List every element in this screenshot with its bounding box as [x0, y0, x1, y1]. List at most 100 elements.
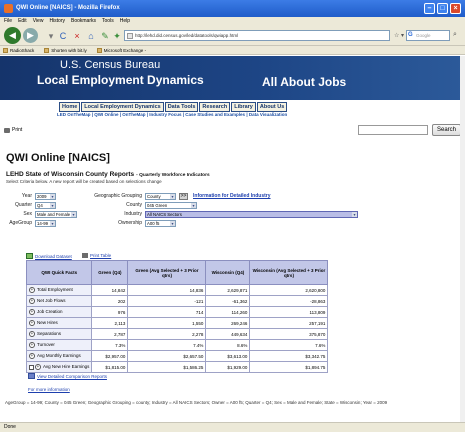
geo-grouping-select[interactable]: County ▾ — [145, 193, 176, 200]
expand-icon[interactable]: + — [29, 342, 35, 348]
header-green-avg: Green (Avg Selected + 3 Prior qtrs) — [127, 260, 207, 285]
row-label-cell[interactable]: + Turnover — [25, 339, 93, 351]
ownership-label: Ownership — [118, 220, 142, 226]
page-content: U.S. Census Bureau Local Employment Dyna… — [0, 56, 465, 422]
address-dropdown-icon[interactable]: ☆ ▾ — [394, 32, 404, 39]
industry-select[interactable]: All NAICS Sectors ▾ — [145, 211, 358, 218]
back-button[interactable]: ◀ — [4, 27, 21, 44]
minimize-button[interactable]: – — [424, 3, 435, 14]
expand-icon[interactable]: + — [29, 353, 35, 359]
maximize-button[interactable]: □ — [437, 3, 448, 14]
table-row: + Total Employment 14,842 14,836 2,629,871 2,… — [25, 284, 329, 296]
table-cell: 7.3% — [91, 339, 129, 351]
more-info-link[interactable]: For more information — [28, 387, 70, 392]
expand-icon[interactable]: + — [29, 287, 35, 293]
sex-select[interactable]: Male and Female ▾ — [35, 211, 77, 218]
reload-icon[interactable]: C — [58, 31, 68, 41]
row-label: Avg New Hire Earnings — [43, 364, 90, 370]
county-select[interactable]: 045 Green ▾ — [145, 202, 197, 209]
go-button[interactable]: >> — [179, 193, 188, 200]
tab-library[interactable]: Library — [231, 102, 256, 112]
table-cell: 113,809 — [249, 306, 329, 318]
dropdown-arrow-icon: ▾ — [50, 221, 55, 226]
menu-edit[interactable]: Edit — [18, 17, 27, 25]
expand-icon[interactable]: + — [29, 309, 35, 315]
header-quick-facts: QWI Quick Facts — [25, 260, 93, 285]
ownership-select[interactable]: A00 f5 ▾ — [145, 220, 176, 227]
table-cell: $1,586.25 — [127, 361, 207, 373]
detailed-industry-info-link[interactable]: Information for Detailed Industry — [193, 193, 271, 199]
expand-icon[interactable]: + — [29, 320, 35, 326]
dropdown-arrow-icon: ▾ — [50, 203, 55, 208]
comparison-reports-link[interactable]: View Detailed Comparison Reports — [28, 373, 107, 379]
site-search-button[interactable]: Search — [432, 124, 461, 136]
menu-bookmarks[interactable]: Bookmarks — [71, 17, 96, 25]
table-cell: 7.4% — [127, 339, 207, 351]
menu-view[interactable]: View — [33, 17, 44, 25]
row-label-cell[interactable]: + Avg Monthly Earnings — [25, 350, 93, 362]
quarter-select[interactable]: Q4 ▾ — [35, 202, 56, 209]
tab-research[interactable]: Research — [199, 102, 231, 112]
quarter-label: Quarter — [15, 202, 32, 208]
menu-tools[interactable]: Tools — [102, 17, 114, 25]
sub-navigation[interactable]: LED OnTheMap | QWI Online | OnTheMap | I… — [57, 112, 407, 117]
table-cell: 2,278 — [127, 328, 207, 340]
firefox-icon — [4, 4, 13, 13]
bookmark-bitly[interactable]: Shorten with bit.ly — [44, 46, 87, 54]
address-url: http://lehd.did.census.gov/led/datatools… — [135, 33, 239, 38]
tab-led[interactable]: Local Employment Dynamics — [81, 102, 164, 112]
address-bar[interactable]: http://lehd.did.census.gov/led/datatools… — [124, 30, 390, 41]
program-name: Local Employment Dynamics — [37, 73, 204, 87]
download-dataset-link[interactable]: Download Dataset — [26, 253, 72, 259]
row-label-cell[interactable]: + Job Creation — [25, 306, 93, 318]
header-wisconsin-q4: Wisconsin (Q4) — [205, 260, 251, 285]
bookmark-radioshack[interactable]: RadioShack — [3, 46, 34, 54]
header-green-q4: Green (Q4) — [91, 260, 129, 285]
row-label-cell[interactable]: + Net Job Flows — [25, 295, 93, 307]
bookmark-exchange[interactable]: Microsoft Exchange - — [96, 46, 146, 54]
row-label-cell[interactable]: + Separations — [25, 328, 93, 340]
close-button[interactable]: × — [450, 3, 461, 14]
row-label: Turnover — [37, 342, 55, 348]
menu-history[interactable]: History — [49, 17, 65, 25]
year-select[interactable]: 2009 ▾ — [35, 193, 56, 200]
table-cell: 114,260 — [205, 306, 251, 318]
addon-icon[interactable]: ✎ — [100, 31, 110, 41]
page-scrollbar[interactable] — [460, 56, 465, 422]
row-label-cell[interactable]: + Avg New Hire Earnings — [25, 361, 93, 373]
row-label: Avg Monthly Earnings — [37, 353, 81, 359]
row-label: New Hires — [37, 320, 58, 326]
row-label-cell[interactable]: + New Hires — [25, 317, 93, 329]
site-tagline: All About Jobs — [262, 75, 347, 89]
row-label-cell[interactable]: + Total Employment — [25, 284, 93, 296]
bookmark-star-icon[interactable]: ✦ — [112, 31, 122, 41]
expand-icon[interactable]: + — [29, 331, 35, 337]
tab-data-tools[interactable]: Data Tools — [164, 102, 199, 112]
table-cell: 2,620,800 — [249, 284, 329, 296]
site-favicon — [127, 33, 133, 39]
print-table-link[interactable]: Print Table — [82, 253, 111, 258]
site-search-input[interactable] — [358, 125, 428, 135]
browser-search-input[interactable]: G Google — [406, 30, 450, 41]
menu-file[interactable]: File — [4, 17, 12, 25]
search-go-icon[interactable]: ⌕ — [453, 31, 457, 39]
menu-help[interactable]: Help — [120, 17, 130, 25]
table-cell: 8.6% — [205, 339, 251, 351]
stop-icon[interactable]: × — [72, 31, 82, 41]
tab-about-us[interactable]: About Us — [256, 102, 288, 112]
dropdown-arrow-icon: ▾ — [50, 194, 55, 199]
tab-home[interactable]: Home — [59, 102, 81, 112]
table-row: + Net Job Flows 202 -121 -61,362 -28,863 — [25, 295, 329, 307]
row-checkbox[interactable] — [29, 364, 34, 370]
home-icon[interactable]: ⌂ — [86, 31, 96, 41]
printer-icon — [82, 253, 88, 258]
dropdown-arrow-icon[interactable]: ▾ — [46, 31, 56, 41]
expand-icon[interactable]: + — [35, 364, 41, 370]
forward-button[interactable]: ▶ — [23, 28, 38, 43]
table-row: + Avg New Hire Earnings $1,815.00 $1,586.25… — [25, 361, 329, 373]
download-icon — [26, 253, 33, 259]
table-cell: 14,842 — [91, 284, 129, 296]
expand-icon[interactable]: + — [29, 298, 35, 304]
print-link[interactable]: Print — [4, 127, 22, 133]
agegroup-select[interactable]: 14-99 ▾ — [35, 220, 56, 227]
